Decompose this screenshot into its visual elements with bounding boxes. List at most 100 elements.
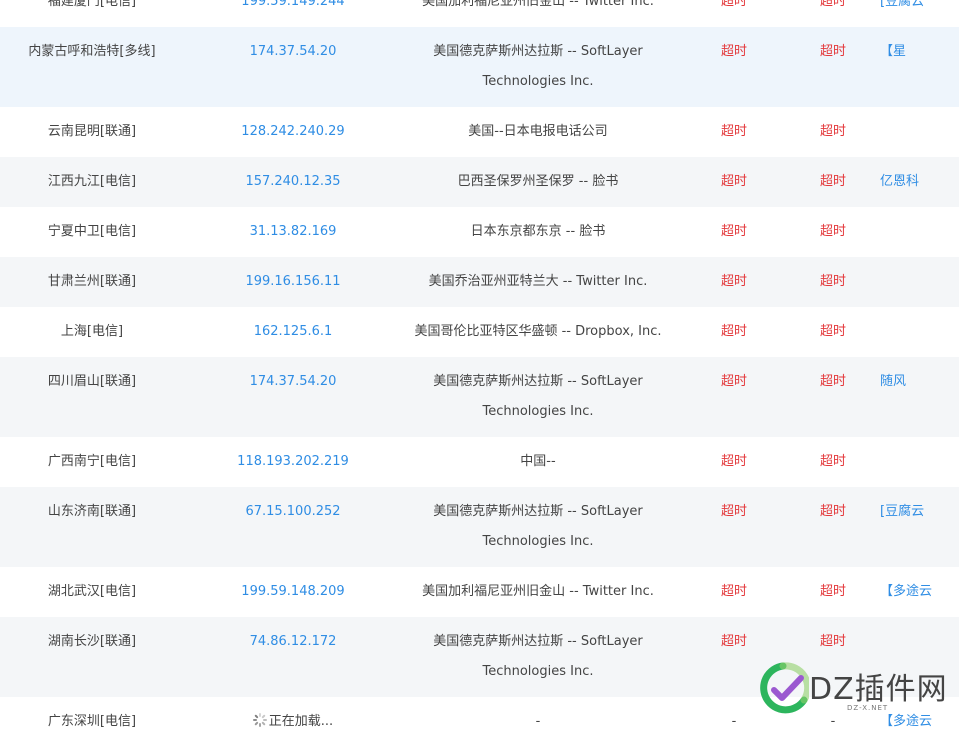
logo-subtext: DZ-X.NET [847, 704, 889, 712]
table-row: 福建厦门[电信] 199.59.149.244 美国加利福尼亚州旧金山 -- Twi… [0, 0, 959, 27]
response-time-1: 超时 [720, 174, 747, 189]
response-time-2: 超时 [819, 584, 846, 599]
response-time-1: 超时 [720, 324, 747, 339]
table-row: 山东济南[联通] 67.15.100.252 美国德克萨斯州达拉斯 -- SoftL… [0, 487, 959, 567]
response-time-2: 超时 [819, 44, 846, 59]
ip-location: 美国德克萨斯州达拉斯 -- SoftLayer Technologies Inc. [402, 487, 674, 557]
node-name: 湖北武汉[电信] [47, 584, 137, 599]
response-time-1: 超时 [720, 44, 747, 59]
ip-location: 巴西圣保罗州圣保罗 -- 脸书 [402, 157, 674, 197]
ip-link[interactable]: 199.59.149.244 [184, 0, 402, 17]
sponsor-link[interactable]: 【星 [880, 27, 959, 67]
ip-location: 美国哥伦比亚特区华盛顿 -- Dropbox, Inc. [402, 307, 674, 347]
response-time-1: 超时 [720, 454, 747, 469]
ip-link[interactable]: 67.15.100.252 [184, 487, 402, 527]
table-row: 宁夏中卫[电信] 31.13.82.169 日本东京都东京 -- 脸书 超时 超时 [0, 207, 959, 257]
response-time-2: 超时 [819, 374, 846, 389]
response-time-1: 超时 [720, 224, 747, 239]
ip-location-line: 中国-- [520, 454, 556, 469]
response-time-2: 超时 [819, 0, 846, 9]
node-name: 山东济南[联通] [47, 504, 137, 519]
node-name: 四川眉山[联通] [47, 374, 137, 389]
sponsor-link[interactable]: [豆腐云 [880, 487, 959, 527]
ip-link[interactable]: 128.242.240.29 [184, 107, 402, 147]
ip-location: 美国德克萨斯州达拉斯 -- SoftLayer Technologies Inc. [402, 27, 674, 97]
node-name: 广西南宁[电信] [47, 454, 137, 469]
loading-text: 正在加载... [268, 714, 334, 729]
ip-location: 美国德克萨斯州达拉斯 -- SoftLayer Technologies Inc. [402, 357, 674, 427]
ip-link[interactable]: 74.86.12.172 [184, 617, 402, 657]
spinner-icon [252, 713, 267, 727]
ip-link[interactable]: 199.59.148.209 [184, 567, 402, 607]
loading-indicator: 正在加载... [184, 697, 402, 737]
node-name: 广东深圳[电信] [47, 714, 137, 729]
dz-logo-icon [760, 662, 809, 714]
ip-location-line: 美国德克萨斯州达拉斯 -- SoftLayer [433, 504, 643, 519]
ip-link[interactable]: 174.37.54.20 [184, 27, 402, 67]
ip-location: 美国加利福尼亚州旧金山 -- Twitter Inc. [402, 567, 674, 607]
node-name: 内蒙古呼和浩特[多线] [28, 44, 156, 59]
response-time-2: 超时 [819, 274, 846, 289]
sponsor-link[interactable]: 随风 [880, 357, 959, 397]
response-time-2: 超时 [819, 504, 846, 519]
ip-location-line: 美国德克萨斯州达拉斯 -- SoftLayer [433, 44, 643, 59]
sponsor-link[interactable]: 【多途云 [880, 567, 959, 607]
response-time-1: 超时 [720, 0, 747, 9]
table-row: 湖北武汉[电信] 199.59.148.209 美国加利福尼亚州旧金山 -- Twi… [0, 567, 959, 617]
ip-link[interactable]: 31.13.82.169 [184, 207, 402, 247]
ip-location-line: 美国哥伦比亚特区华盛顿 -- Dropbox, Inc. [414, 324, 662, 339]
node-name: 湖南长沙[联通] [47, 634, 137, 649]
ping-results-table: 福建厦门[电信] 199.59.149.244 美国加利福尼亚州旧金山 -- Twi… [0, 0, 959, 747]
ip-location-line: 巴西圣保罗州圣保罗 -- 脸书 [457, 174, 619, 189]
node-name: 宁夏中卫[电信] [47, 224, 137, 239]
ip-location: - [402, 697, 674, 737]
table-row: 内蒙古呼和浩特[多线] 174.37.54.20 美国德克萨斯州达拉斯 -- Sof… [0, 27, 959, 107]
response-time-1: 超时 [720, 374, 747, 389]
ip-location-line: 美国乔治亚州亚特兰大 -- Twitter Inc. [428, 274, 648, 289]
ip-location-line: - [535, 714, 541, 729]
table-row: 甘肃兰州[联通] 199.16.156.11 美国乔治亚州亚特兰大 -- Twitt… [0, 257, 959, 307]
ip-location-line: Technologies Inc. [482, 74, 594, 89]
ip-location: 美国乔治亚州亚特兰大 -- Twitter Inc. [402, 257, 674, 297]
dz-plugin-watermark: DZ插件网 DZ-X.NET [757, 660, 959, 720]
ip-location-line: 美国德克萨斯州达拉斯 -- SoftLayer [433, 634, 643, 649]
ip-location-line: Technologies Inc. [482, 534, 594, 549]
ip-location-line: 美国--日本电报电话公司 [468, 124, 608, 139]
table-row: 四川眉山[联通] 174.37.54.20 美国德克萨斯州达拉斯 -- SoftLa… [0, 357, 959, 437]
ip-link[interactable]: 199.16.156.11 [184, 257, 402, 297]
response-time-1: 超时 [720, 634, 747, 649]
node-name: 甘肃兰州[联通] [47, 274, 137, 289]
response-time-2: 超时 [819, 634, 846, 649]
node-name: 江西九江[电信] [47, 174, 137, 189]
ip-location: 美国加利福尼亚州旧金山 -- Twitter Inc. [402, 0, 674, 17]
ip-location: 日本东京都东京 -- 脸书 [402, 207, 674, 247]
node-name: 上海[电信] [60, 324, 124, 339]
sponsor-link[interactable]: [豆腐云 [880, 0, 959, 17]
table-row: 江西九江[电信] 157.240.12.35 巴西圣保罗州圣保罗 -- 脸书 超时 超时… [0, 157, 959, 207]
response-time-1: 超时 [720, 124, 747, 139]
ip-location-line: Technologies Inc. [482, 404, 594, 419]
ip-location-line: 美国德克萨斯州达拉斯 -- SoftLayer [433, 374, 643, 389]
response-time-2: 超时 [819, 454, 846, 469]
ip-location-line: 美国加利福尼亚州旧金山 -- Twitter Inc. [422, 584, 654, 599]
ip-link[interactable]: 157.240.12.35 [184, 157, 402, 197]
response-time-1: 超时 [720, 274, 747, 289]
response-time-1: 超时 [720, 504, 747, 519]
table-row: 云南昆明[联通] 128.242.240.29 美国--日本电报电话公司 超时 超时 [0, 107, 959, 157]
ip-location: 美国德克萨斯州达拉斯 -- SoftLayer Technologies Inc. [402, 617, 674, 687]
logo-text: DZ插件网 [809, 672, 948, 707]
ip-location-line: 日本东京都东京 -- 脸书 [470, 224, 606, 239]
ip-link[interactable]: 162.125.6.1 [184, 307, 402, 347]
table-row: 广西南宁[电信] 118.193.202.219 中国-- 超时 超时 [0, 437, 959, 487]
ip-link[interactable]: 118.193.202.219 [184, 437, 402, 477]
sponsor-link[interactable]: 亿恩科 [880, 157, 959, 197]
ip-location: 中国-- [402, 437, 674, 477]
response-time-2: 超时 [819, 174, 846, 189]
response-time-2: 超时 [819, 324, 846, 339]
ip-location: 美国--日本电报电话公司 [402, 107, 674, 147]
node-name: 云南昆明[联通] [47, 124, 137, 139]
ip-location-line: Technologies Inc. [482, 664, 594, 679]
node-name: 福建厦门[电信] [47, 0, 137, 9]
ip-link[interactable]: 174.37.54.20 [184, 357, 402, 397]
ip-location-line: 美国加利福尼亚州旧金山 -- Twitter Inc. [422, 0, 654, 9]
